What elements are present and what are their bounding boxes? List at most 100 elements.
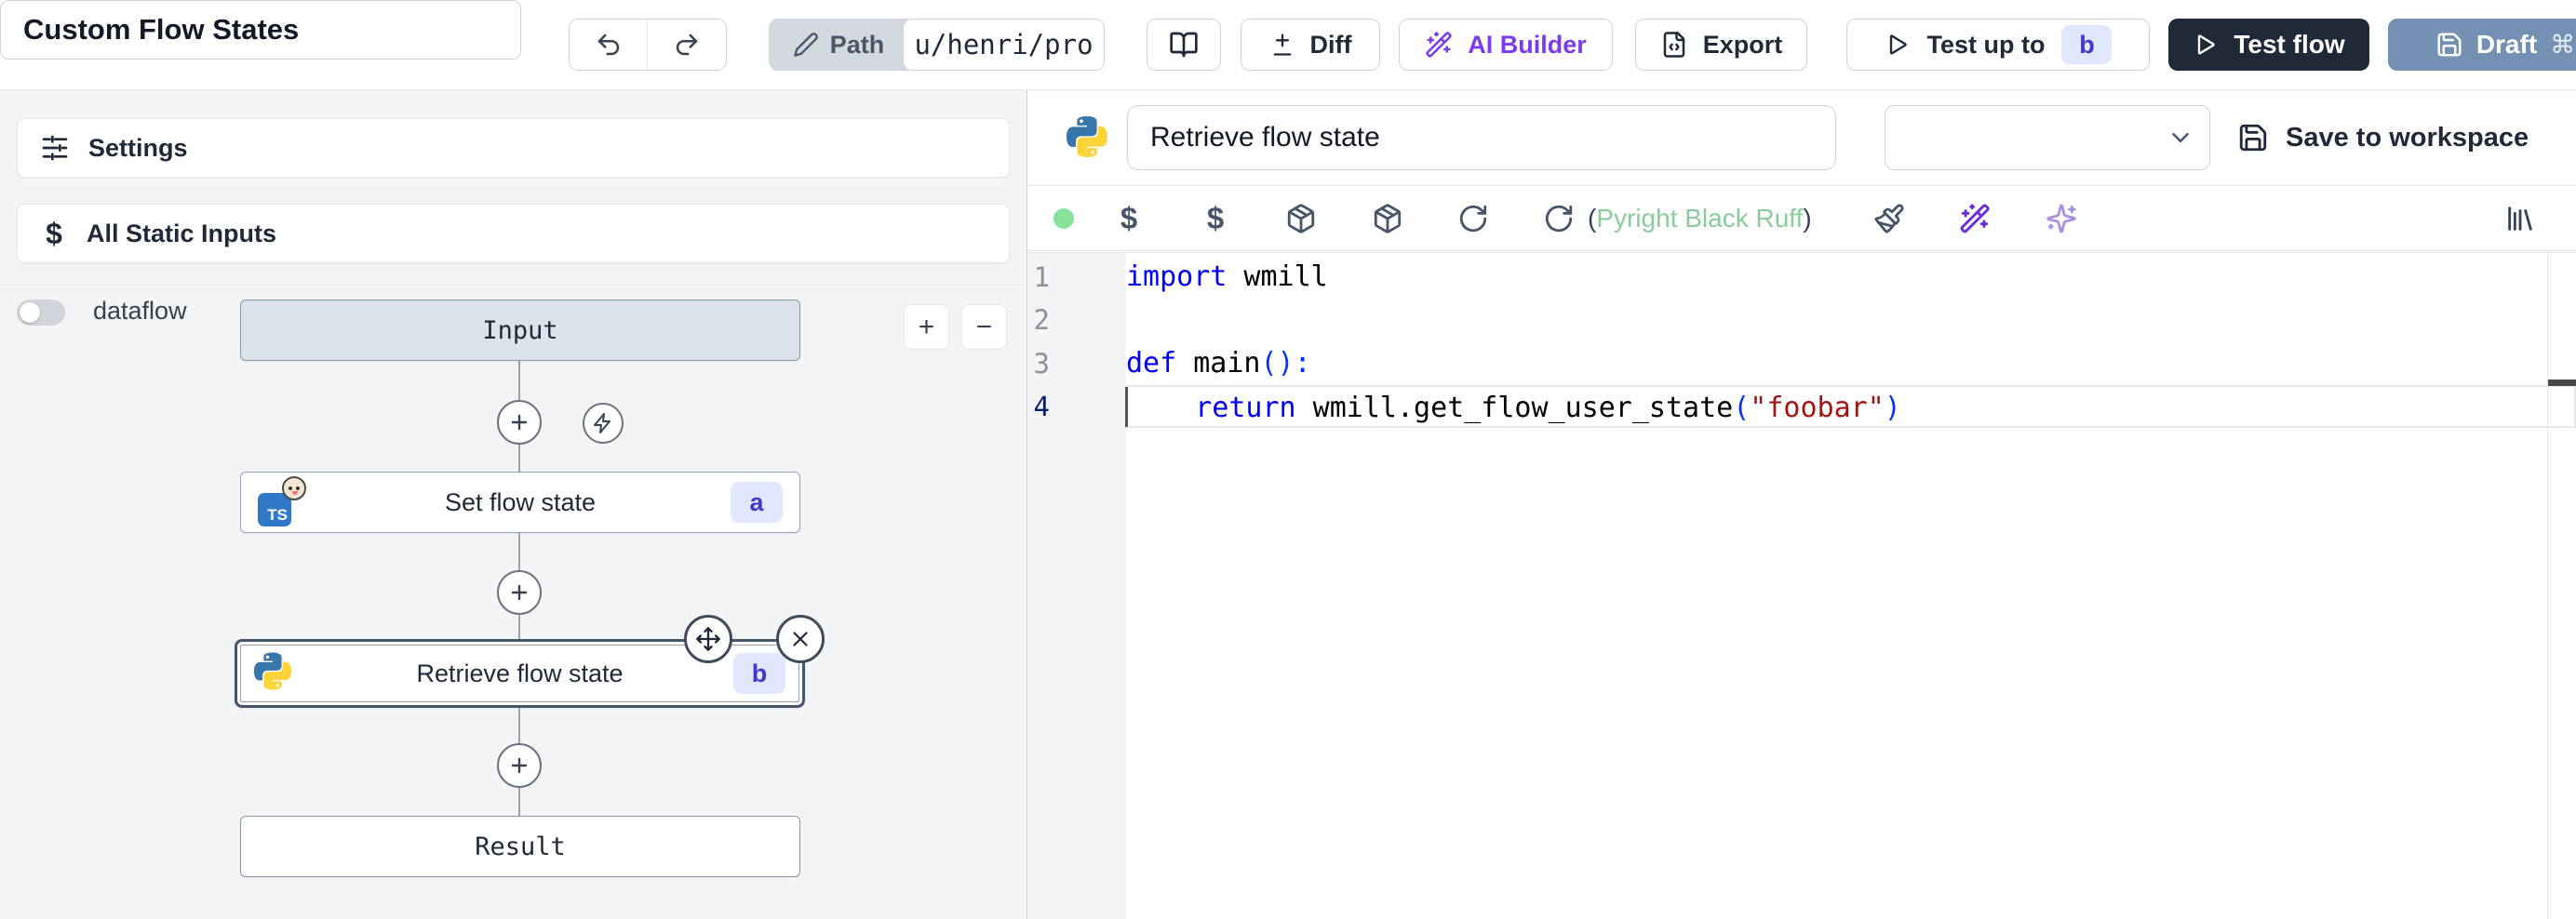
dataflow-label: dataflow (93, 297, 187, 326)
graph-zoom-out-button[interactable]: − (961, 304, 1007, 350)
undo-button[interactable] (570, 20, 648, 70)
plus-icon (508, 581, 530, 604)
export-label: Export (1703, 31, 1783, 60)
flow-node-input[interactable]: Input (240, 300, 800, 361)
package-icon[interactable] (1372, 203, 1403, 234)
step-editor-panel: Save to workspace $ $ (Pyright Black Ruf… (1027, 90, 2576, 919)
book-open-icon (1169, 30, 1199, 60)
reload-icon[interactable] (1543, 203, 1575, 234)
all-static-inputs-section[interactable]: $ All Static Inputs (17, 204, 1010, 263)
path-value[interactable]: u/henri/pro (903, 19, 1105, 71)
overview-ruler-divider (2547, 253, 2548, 919)
undo-icon (595, 31, 623, 59)
graph-zoom-in-button[interactable]: + (904, 304, 949, 350)
code-editor[interactable]: 1234 import wmilldef main(): return wmil… (1027, 252, 2576, 919)
code-lines[interactable]: import wmill def main(): return wmill.get… (1126, 256, 2576, 428)
save-icon (2435, 31, 2463, 59)
variable-picker-icon[interactable]: $ (1120, 201, 1137, 236)
close-icon (788, 627, 812, 651)
flow-graph-panel: Settings $ All Static Inputs dataflow In… (0, 90, 1027, 919)
flow-node-result[interactable]: Result (240, 816, 800, 877)
redo-icon (673, 31, 701, 59)
node-label: Set flow state (445, 488, 596, 517)
save-draft-button[interactable]: Draft ⌘S (2388, 19, 2576, 71)
step-name-input[interactable] (1127, 105, 1836, 170)
diff-label: Diff (1310, 31, 1352, 60)
insert-step-button[interactable] (497, 570, 542, 615)
insert-trigger-button[interactable] (583, 403, 624, 444)
line-number: 2 (1027, 299, 1050, 341)
chevron-down-icon (2167, 124, 2194, 152)
worker-tag-select[interactable] (1885, 105, 2210, 170)
text-cursor (1125, 387, 1128, 427)
docs-button[interactable] (1147, 19, 1221, 71)
code-line[interactable] (1126, 299, 2576, 341)
test-up-to-label: Test up to (1927, 31, 2046, 60)
play-icon (1885, 32, 1911, 58)
test-flow-button[interactable]: Test flow (2168, 19, 2369, 71)
top-toolbar: Path u/henri/pro Diff AI Builder (0, 0, 2576, 90)
insert-step-button[interactable] (497, 743, 542, 788)
save-to-workspace-button[interactable]: Save to workspace (2237, 105, 2529, 170)
insert-step-button[interactable] (497, 400, 542, 445)
plus-icon (508, 411, 530, 433)
package-icon[interactable] (1285, 203, 1317, 234)
python-icon (254, 653, 291, 695)
path-button[interactable]: Path (769, 19, 908, 71)
section-divider (0, 285, 1026, 286)
library-panel-icon[interactable] (2504, 203, 2536, 234)
draft-label: Draft (2476, 30, 2537, 60)
test-up-to-button[interactable]: Test up to b (1846, 19, 2150, 71)
ai-sparkles-icon[interactable] (2046, 203, 2077, 234)
diff-button[interactable]: Diff (1241, 19, 1380, 71)
draft-shortcut: ⌘S (2550, 31, 2576, 60)
code-line[interactable]: import wmill (1126, 256, 2576, 299)
test-up-to-step-badge: b (2061, 25, 2112, 64)
overview-ruler-cursor-mark (2548, 380, 2576, 386)
save-to-workspace-label: Save to workspace (2286, 123, 2529, 153)
settings-label: Settings (88, 134, 188, 163)
toggle-knob (20, 302, 40, 323)
node-label: Input (482, 316, 557, 345)
node-label: Result (475, 832, 566, 861)
path-group: Path u/henri/pro (769, 19, 1105, 71)
save-icon (2237, 122, 2269, 153)
node-label: Retrieve flow state (416, 659, 623, 688)
redo-button[interactable] (648, 20, 726, 70)
path-button-label: Path (830, 31, 885, 60)
dataflow-toggle[interactable] (17, 300, 65, 326)
python-icon (1067, 116, 1107, 157)
export-button[interactable]: Export (1635, 19, 1807, 71)
windmill-flow-editor: Path u/henri/pro Diff AI Builder (0, 0, 2576, 919)
settings-section[interactable]: Settings (17, 118, 1010, 178)
line-number: 1 (1027, 256, 1050, 299)
step-id-badge: a (731, 482, 783, 523)
step-header: Save to workspace (1027, 90, 2576, 186)
code-toolbar: $ $ (Pyright Black Ruff) (1027, 186, 2576, 251)
move-step-button[interactable] (684, 615, 732, 663)
ai-builder-button[interactable]: AI Builder (1399, 19, 1613, 71)
flow-title-input[interactable] (0, 0, 521, 60)
ai-wand-icon[interactable] (1959, 203, 1991, 234)
language-server-status-dot (1053, 208, 1074, 229)
step-id-badge: b (733, 653, 785, 694)
line-number: 4 (1027, 385, 1050, 428)
wand-sparkles-icon (1425, 31, 1453, 59)
reload-icon[interactable] (1457, 203, 1489, 234)
dollar-icon: $ (40, 217, 68, 251)
file-code-icon (1660, 31, 1688, 59)
zap-icon (592, 412, 614, 434)
assistants-status: (Pyright Black Ruff) (1588, 204, 1812, 233)
flow-node-set-flow-state[interactable]: TS Set flow state a (240, 472, 800, 533)
delete-step-button[interactable] (776, 615, 825, 663)
bun-typescript-icon: TS (258, 478, 306, 526)
diff-icon (1269, 32, 1295, 58)
undo-redo-group (569, 19, 727, 71)
all-static-inputs-label: All Static Inputs (87, 220, 276, 248)
format-paintbrush-icon[interactable] (1873, 203, 1905, 234)
move-icon (695, 626, 721, 652)
pencil-icon (793, 32, 819, 58)
resource-picker-icon[interactable]: $ (1207, 201, 1224, 236)
code-line[interactable]: def main(): (1126, 342, 2576, 385)
code-line[interactable]: return wmill.get_flow_user_state("foobar… (1126, 385, 2576, 428)
